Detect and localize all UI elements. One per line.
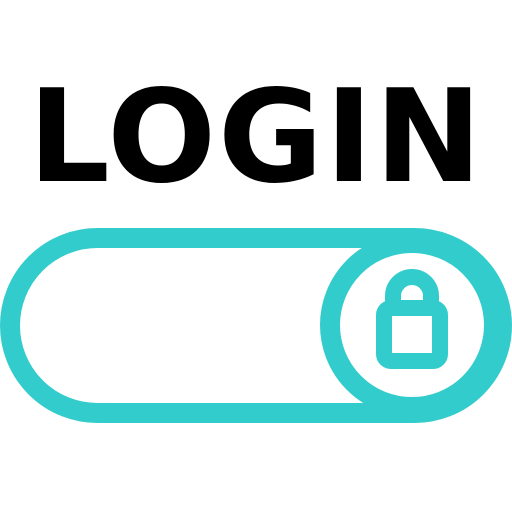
toggle-track xyxy=(0,228,512,423)
toggle-knob[interactable] xyxy=(320,233,504,417)
login-illustration: LOGIN xyxy=(0,0,512,512)
lock-icon xyxy=(376,269,448,369)
login-toggle[interactable] xyxy=(0,0,512,512)
